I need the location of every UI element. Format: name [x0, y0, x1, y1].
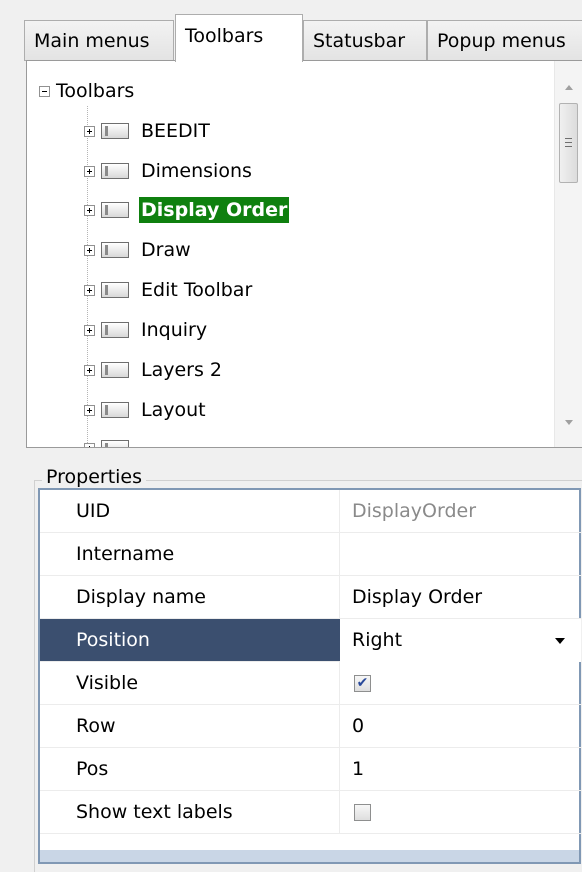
toolbar-icon	[101, 322, 129, 338]
tree-item[interactable]: Inquiry	[84, 313, 209, 347]
expand-icon[interactable]	[84, 125, 95, 137]
property-name: Position	[76, 629, 150, 651]
property-row-visible[interactable]: Visible ✔	[40, 662, 581, 705]
tab-main-menus[interactable]: Main menus	[24, 20, 174, 60]
property-row-pos[interactable]: Pos 1	[40, 748, 581, 791]
show-text-labels-checkbox[interactable]	[354, 804, 371, 821]
toolbar-icon	[101, 402, 129, 418]
properties-title: Properties	[42, 466, 147, 488]
property-row-intername[interactable]: Intername	[40, 533, 581, 576]
property-row-display-name[interactable]: Display name Display Order	[40, 576, 581, 619]
checkmark-icon: ✔	[356, 675, 369, 691]
toolbar-tree[interactable]: Toolbars BEEDIT Dimensions Display Order…	[26, 60, 582, 448]
tree-item-label: Dimensions	[141, 160, 252, 182]
property-value-input[interactable]: Display Order	[352, 586, 482, 608]
property-name: Pos	[76, 758, 109, 780]
tree-item-partial[interactable]	[84, 431, 129, 447]
property-name: Display name	[76, 586, 206, 608]
property-grid: UID DisplayOrder Intername Display name …	[38, 488, 581, 864]
tree-item[interactable]: Layout	[84, 393, 208, 427]
tree-item-label: Layers 2	[141, 359, 223, 381]
property-value-input[interactable]: 1	[352, 758, 364, 780]
tab-label: Popup menus	[437, 30, 566, 52]
tree-item[interactable]: Edit Toolbar	[84, 273, 254, 307]
expand-icon[interactable]	[84, 165, 95, 177]
tree-scrollbar[interactable]	[554, 61, 582, 447]
property-row-position[interactable]: Position Right	[40, 619, 581, 662]
expand-icon[interactable]	[84, 284, 95, 296]
grip-line	[565, 142, 572, 143]
tree-root-node[interactable]: Toolbars	[39, 76, 134, 106]
tab-strip: Main menus Toolbars Statusbar Popup menu…	[24, 14, 582, 62]
column-divider	[339, 791, 340, 833]
tree-item-selected[interactable]: Display Order	[84, 193, 290, 227]
property-row-row[interactable]: Row 0	[40, 705, 581, 748]
column-divider	[339, 705, 340, 747]
tree-root-label: Toolbars	[56, 80, 135, 102]
tree-item-label: Edit Toolbar	[141, 279, 253, 301]
position-dropdown-value[interactable]: Right	[352, 629, 402, 651]
column-divider	[339, 533, 340, 575]
toolbar-icon	[101, 362, 129, 378]
toolbar-icon	[101, 123, 129, 139]
property-name: Intername	[76, 543, 175, 565]
tab-label: Toolbars	[185, 25, 264, 47]
expand-icon[interactable]	[84, 364, 95, 376]
property-row-show-text-labels[interactable]: Show text labels	[40, 791, 581, 834]
tree-item-label: Display Order	[139, 197, 290, 223]
property-value-input[interactable]: 0	[352, 715, 364, 737]
expand-icon[interactable]	[84, 244, 95, 256]
tab-statusbar[interactable]: Statusbar	[303, 20, 427, 60]
tab-label: Statusbar	[313, 30, 406, 52]
visible-checkbox[interactable]: ✔	[354, 675, 371, 692]
property-value: DisplayOrder	[352, 500, 477, 522]
property-row-uid[interactable]: UID DisplayOrder	[40, 490, 581, 533]
scroll-down-icon[interactable]	[565, 420, 573, 425]
column-divider	[339, 490, 340, 532]
tab-label: Main menus	[34, 30, 150, 52]
tab-toolbars[interactable]: Toolbars	[175, 14, 303, 62]
property-name: Row	[76, 715, 116, 737]
tree-item[interactable]: Layers 2	[84, 353, 224, 387]
expand-icon[interactable]	[84, 204, 95, 216]
column-divider	[339, 662, 340, 704]
tree-item-label: Inquiry	[141, 319, 208, 341]
scroll-up-icon[interactable]	[565, 85, 573, 90]
tree-item[interactable]: Dimensions	[84, 154, 254, 188]
scroll-thumb[interactable]	[559, 103, 578, 183]
toolbar-icon	[101, 163, 129, 179]
collapse-icon[interactable]	[39, 85, 50, 97]
column-divider	[339, 576, 340, 618]
tree-item-label: BEEDIT	[141, 120, 210, 142]
tree-item[interactable]: Draw	[84, 233, 193, 267]
property-name: UID	[76, 500, 111, 522]
column-divider	[339, 748, 340, 790]
toolbar-icon	[101, 242, 129, 258]
tab-popup-menus[interactable]: Popup menus	[427, 20, 582, 60]
toolbar-icon	[101, 440, 129, 447]
grid-footer	[40, 850, 579, 862]
grip-line	[565, 138, 572, 139]
expand-icon[interactable]	[84, 404, 95, 416]
toolbar-icon	[101, 202, 129, 218]
expand-icon[interactable]	[84, 442, 95, 447]
chevron-down-icon[interactable]	[555, 638, 565, 644]
property-name: Show text labels	[76, 801, 233, 823]
tree-item-label: Draw	[141, 239, 191, 261]
property-name: Visible	[76, 672, 139, 694]
toolbar-icon	[101, 282, 129, 298]
tree-item[interactable]: BEEDIT	[84, 114, 212, 148]
expand-icon[interactable]	[84, 324, 95, 336]
grip-line	[565, 146, 572, 147]
tree-item-label: Layout	[141, 399, 206, 421]
